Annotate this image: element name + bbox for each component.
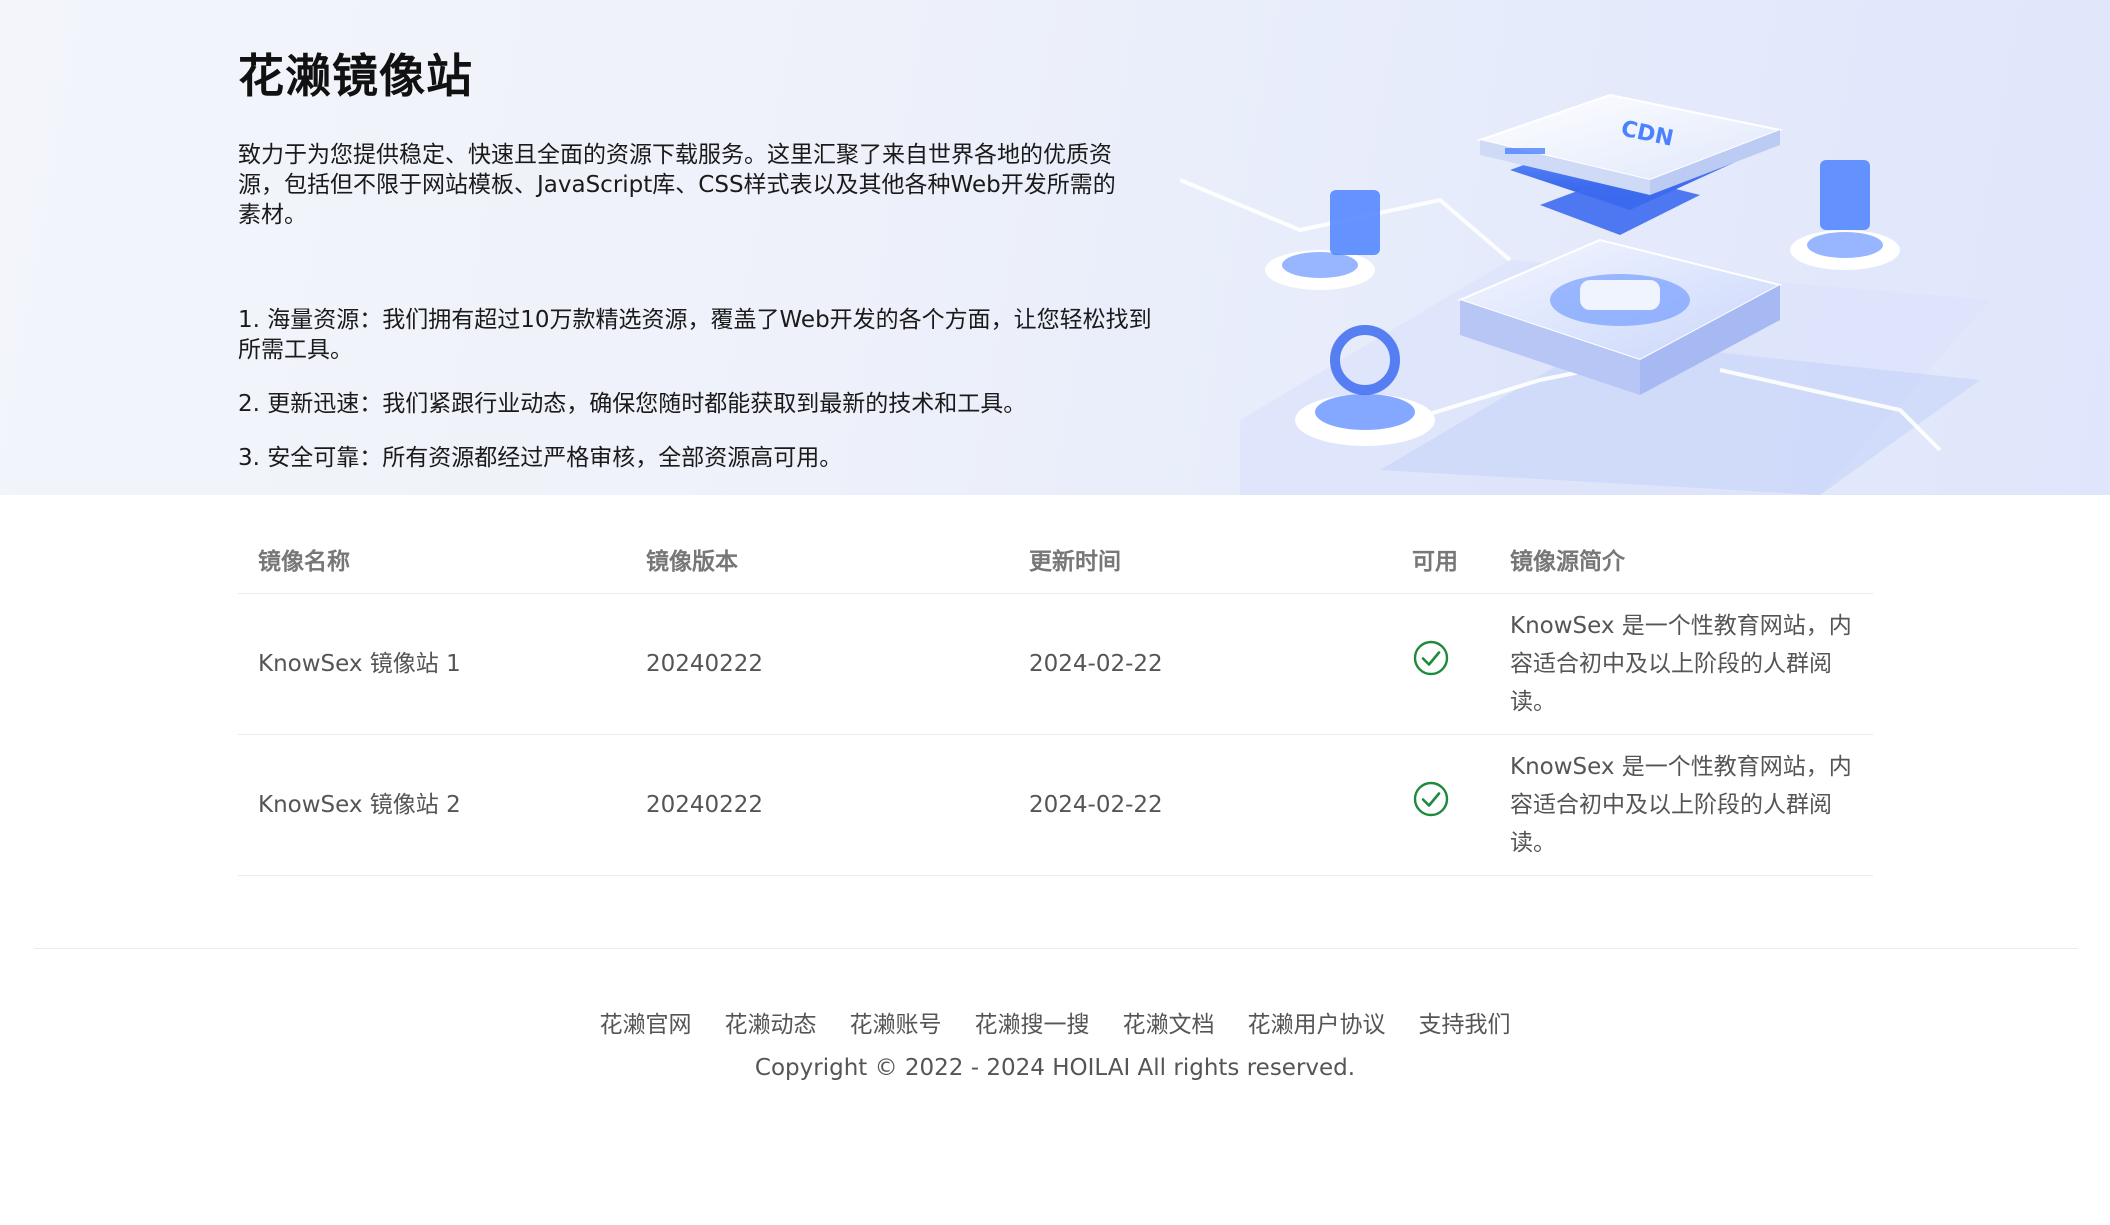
footer-link-official-site[interactable]: 花濑官网 xyxy=(600,1005,692,1039)
page-title: 花濑镜像站 xyxy=(238,49,473,103)
footer-nav: 花濑官网 花濑动态 花濑账号 花濑搜一搜 花濑文档 花濑用户协议 支持我们 xyxy=(0,1005,2110,1039)
header-available: 可用 xyxy=(1392,525,1490,594)
footer-link-user-agreement[interactable]: 花濑用户协议 xyxy=(1248,1005,1386,1039)
footer-link-account[interactable]: 花濑账号 xyxy=(850,1005,942,1039)
feature-list: 1. 海量资源：我们拥有超过10万款精选资源，覆盖了Web开发的各个方面，让您轻… xyxy=(238,305,1158,495)
mirror-updated: 2024-02-22 xyxy=(1009,734,1392,876)
check-circle-icon xyxy=(1413,640,1449,676)
mirror-name: KnowSex 镜像站 1 xyxy=(238,593,626,735)
footer-link-support-us[interactable]: 支持我们 xyxy=(1419,1005,1511,1039)
header-name: 镜像名称 xyxy=(238,525,626,594)
feature-item: 2. 更新迅速：我们紧跟行业动态，确保您随时都能获取到最新的技术和工具。 xyxy=(238,391,1027,417)
footer-link-docs[interactable]: 花濑文档 xyxy=(1123,1005,1215,1039)
mirror-available xyxy=(1392,593,1490,735)
footer-link-news[interactable]: 花濑动态 xyxy=(725,1005,817,1039)
page: 花濑镜像站 致力于为您提供稳定、快速且全面的资源下载服务。这里汇聚了来自世界各地… xyxy=(0,0,2110,1225)
feature-item: 3. 安全可靠：所有资源都经过严格审核，全部资源高可用。 xyxy=(238,445,843,471)
mirror-description: KnowSex 是一个性教育网站，内容适合初中及以上阶段的人群阅读。 xyxy=(1490,734,1873,876)
header-version: 镜像版本 xyxy=(626,525,1009,594)
mirror-version: 20240222 xyxy=(626,593,1009,735)
feature-item: 1. 海量资源：我们拥有超过10万款精选资源，覆盖了Web开发的各个方面，让您轻… xyxy=(238,307,1152,363)
mirror-version: 20240222 xyxy=(626,734,1009,876)
header-updated: 更新时间 xyxy=(1009,525,1392,594)
hero-description: 致力于为您提供稳定、快速且全面的资源下载服务。这里汇聚了来自世界各地的优质资源，… xyxy=(238,142,1116,228)
table-row: KnowSex 镜像站 1 20240222 2024-02-22 KnowSe… xyxy=(238,593,1873,735)
mirror-name: KnowSex 镜像站 2 xyxy=(238,734,626,876)
cdn-illustration: CDN xyxy=(1180,93,1990,495)
mirror-description: KnowSex 是一个性教育网站，内容适合初中及以上阶段的人群阅读。 xyxy=(1490,593,1873,735)
mirror-available xyxy=(1392,734,1490,876)
hero-banner: 花濑镜像站 致力于为您提供稳定、快速且全面的资源下载服务。这里汇聚了来自世界各地… xyxy=(0,0,2110,495)
header-description: 镜像源简介 xyxy=(1490,525,1873,594)
mirror-updated: 2024-02-22 xyxy=(1009,593,1392,735)
footer-link-search[interactable]: 花濑搜一搜 xyxy=(975,1005,1090,1039)
footer-divider xyxy=(34,948,2078,949)
table-header-row: 镜像名称 镜像版本 更新时间 可用 镜像源简介 xyxy=(238,525,1873,594)
mirror-table: 镜像名称 镜像版本 更新时间 可用 镜像源简介 KnowSex 镜像站 1 20… xyxy=(238,525,1873,876)
table-row: KnowSex 镜像站 2 20240222 2024-02-22 KnowSe… xyxy=(238,734,1873,876)
check-circle-icon xyxy=(1413,781,1449,817)
copyright-text: Copyright © 2022 - 2024 HOILAI All right… xyxy=(754,1055,1356,1081)
hero-text: 花濑镜像站 致力于为您提供稳定、快速且全面的资源下载服务。这里汇聚了来自世界各地… xyxy=(238,40,1158,471)
